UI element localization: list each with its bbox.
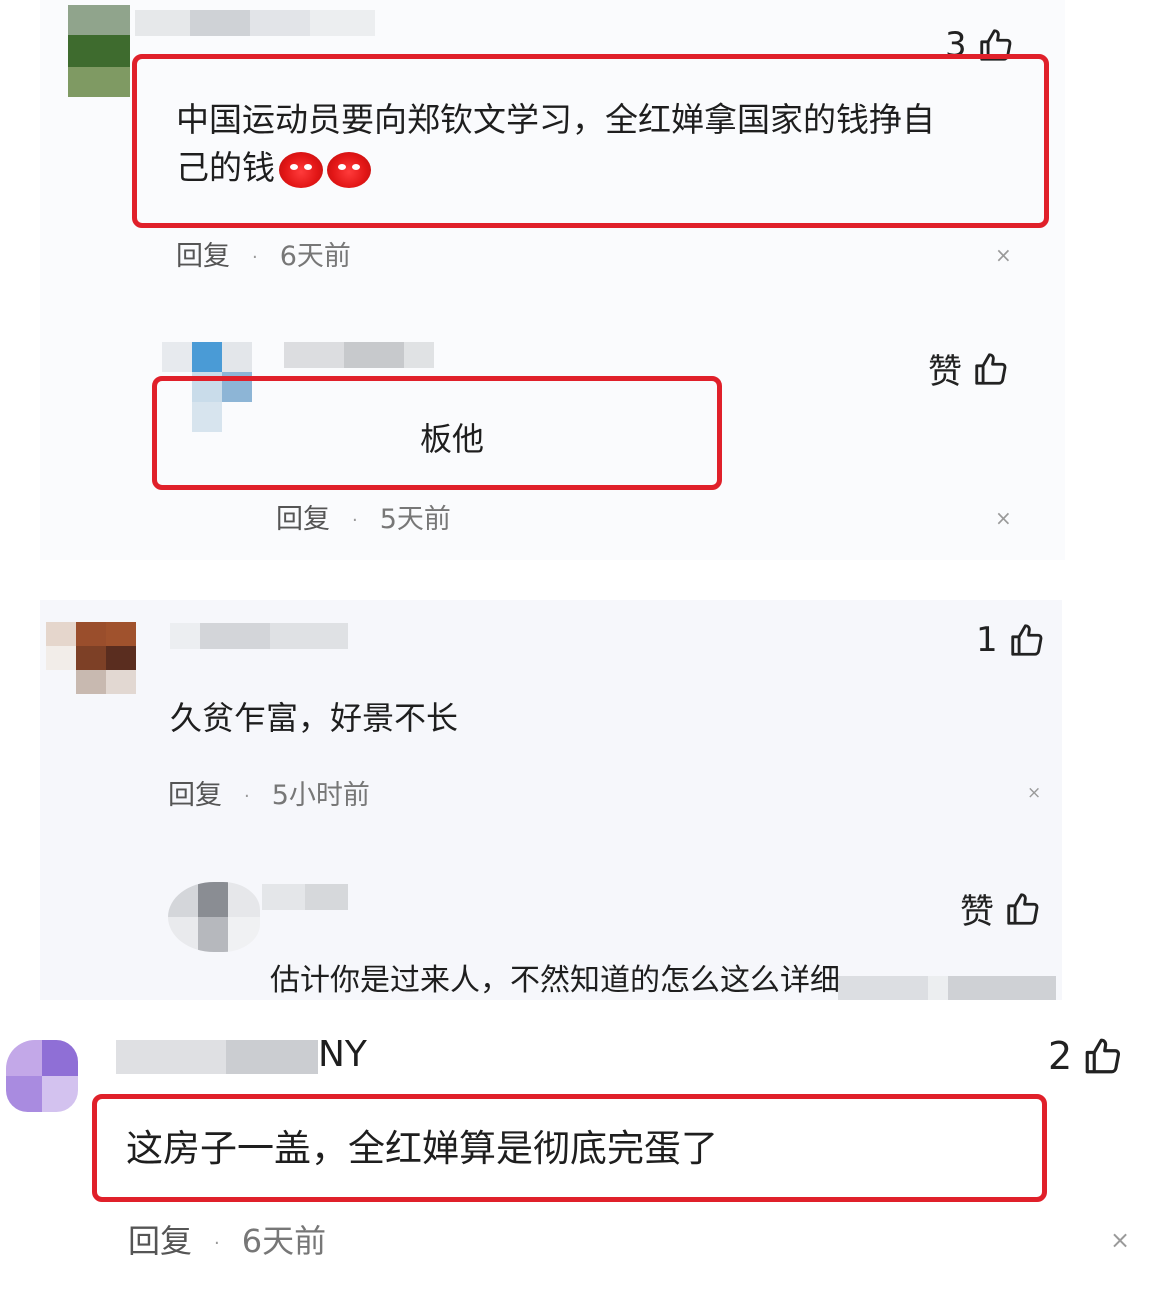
reply-button[interactable]: 回复 [168,780,222,811]
comment-text: 中国运动员要向郑钦文学习，全红婵拿国家的钱挣自 己的钱 [176,100,935,188]
separator-dot: · [214,1232,220,1254]
comment-meta: 回复 · 6天前 [128,1216,326,1262]
avatar[interactable] [68,5,130,97]
avatar[interactable] [168,882,260,952]
thumbs-up-icon [972,350,1010,388]
close-icon[interactable]: × [1027,783,1041,803]
timestamp: 6天前 [241,1222,327,1260]
comment-meta: 回复 · 5小时前 [168,773,370,812]
close-icon[interactable]: × [995,506,1012,530]
reply-button[interactable]: 回复 [176,241,230,272]
username-visible[interactable]: NY [318,1034,367,1075]
timestamp: 5小时前 [271,780,370,811]
thumbs-up-icon [1082,1035,1124,1077]
comment-text: 这房子一盖，全红婵算是彻底完蛋了 [126,1127,718,1170]
like-count: 1 [976,620,998,660]
like-button[interactable]: 赞 [928,344,1010,393]
reply-button[interactable]: 回复 [276,504,330,535]
reply-text: 板他 [420,420,485,458]
devil-emoji-icon [279,151,323,188]
like-button[interactable]: 2 [1048,1034,1124,1078]
separator-dot: · [252,247,258,268]
devil-emoji-icon [327,151,371,188]
username-blurred[interactable] [135,10,375,36]
like-label: 赞 [960,892,994,932]
avatar[interactable] [46,622,136,694]
username-blurred[interactable] [284,342,434,368]
reply-button[interactable]: 回复 [128,1222,192,1260]
comment-text: 久贫乍富，好景不长 [170,699,459,737]
timestamp: 5天前 [379,504,451,535]
comment-meta: 回复 · 6天前 [176,234,351,273]
username-blurred[interactable] [116,1040,318,1074]
blur-overlay [838,976,1056,1000]
like-button[interactable]: 1 [976,620,1046,660]
separator-dot: · [244,786,250,807]
username-blurred[interactable] [262,884,348,910]
avatar[interactable] [6,1040,78,1112]
like-count: 2 [1048,1034,1073,1078]
close-icon[interactable]: × [995,243,1012,267]
timestamp: 6天前 [279,241,351,272]
thumbs-up-icon [1004,890,1042,928]
reply-text: 估计你是过来人，不然知道的怎么这么详细 [270,963,840,998]
username-blurred[interactable] [170,623,348,649]
separator-dot: · [352,510,358,531]
thumbs-up-icon [1008,621,1046,659]
close-icon[interactable]: × [1110,1226,1130,1254]
reply-meta: 回复 · 5天前 [276,497,451,536]
like-label: 赞 [928,352,962,392]
like-button[interactable]: 赞 [960,884,1042,933]
